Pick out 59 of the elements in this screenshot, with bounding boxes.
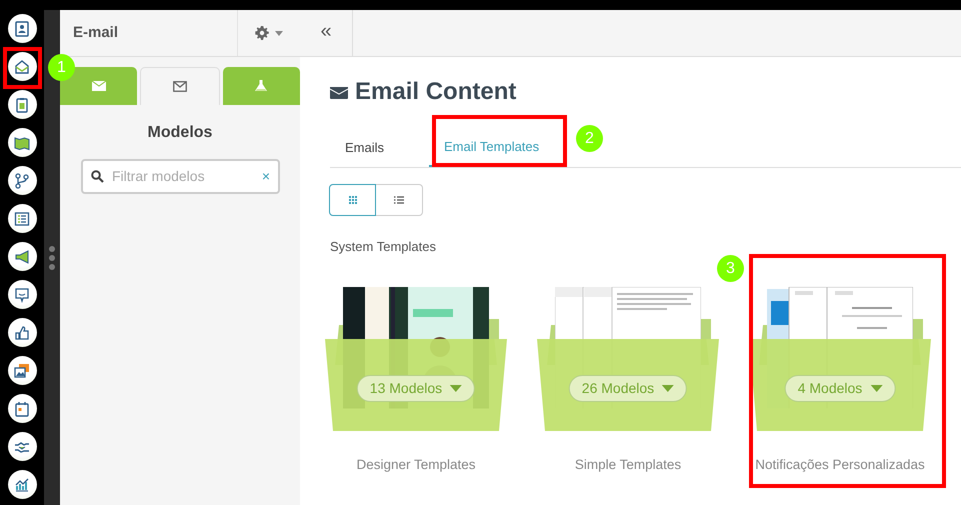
app-icon-button[interactable] [8, 318, 36, 347]
envelope-icon [330, 85, 348, 99]
app-icon-button[interactable] [8, 470, 36, 499]
app-icon-button[interactable] [8, 14, 36, 43]
panel-heading: Modelos [146, 123, 214, 143]
clear-button[interactable]: × [262, 166, 270, 187]
branch-icon [14, 172, 30, 188]
app-icon-button[interactable] [8, 242, 36, 271]
handle-dot[interactable] [49, 254, 55, 260]
search-icon [91, 170, 104, 183]
list-icon [394, 196, 404, 204]
envelope-icon [14, 58, 30, 74]
tab[interactable]: Email Templates [429, 128, 554, 167]
folder-name: Simple Templates [574, 456, 682, 474]
caret-icon [450, 384, 462, 392]
grid-icon [348, 196, 356, 204]
caret-icon [870, 384, 882, 392]
flask-icon [254, 80, 268, 92]
app-icon-button[interactable] [8, 90, 36, 119]
panel-tab[interactable] [140, 67, 220, 105]
app-icon-button[interactable] [8, 280, 36, 309]
section-label: System Templates [330, 238, 437, 256]
folder-name: Designer Templates [356, 456, 476, 474]
count-dropdown[interactable]: 13 Modelos [356, 374, 476, 402]
page-title: Email Content [355, 77, 516, 107]
speech-bubble-icon [14, 286, 30, 302]
thumbs-up-icon [14, 324, 30, 340]
tab[interactable]: Emails [330, 128, 400, 167]
view-toggle[interactable] [376, 184, 423, 216]
handle-dot[interactable] [49, 264, 55, 270]
count-dropdown[interactable]: 26 Modelos [568, 374, 688, 402]
folder-name: Notificações Personalizadas [755, 456, 925, 474]
map-icon [14, 134, 30, 150]
app-icon-button[interactable] [8, 432, 36, 461]
app-icon-button[interactable] [8, 128, 36, 157]
collapse-button[interactable]: « [300, 10, 353, 56]
app-icon-button[interactable] [8, 166, 36, 195]
list-icon [14, 210, 30, 226]
image-icon [14, 362, 30, 378]
caret-icon [662, 384, 674, 392]
count-dropdown[interactable]: 4 Modelos [784, 374, 896, 402]
caret-icon [275, 30, 283, 36]
envelope-icon [92, 80, 106, 92]
calendar-icon [14, 400, 30, 416]
handle-dot[interactable] [49, 246, 55, 252]
highlight-frame [3, 47, 42, 89]
envelope-icon [172, 80, 187, 92]
app-icon-button[interactable] [8, 204, 36, 233]
megaphone-icon [14, 248, 30, 264]
chart-icon [14, 476, 30, 492]
clipboard-icon [14, 96, 30, 112]
search-field[interactable]: Filtrar modelos × [81, 159, 280, 194]
app-icon-button[interactable] [8, 394, 36, 423]
view-toggle[interactable] [329, 184, 376, 216]
contact-card-icon [14, 20, 30, 36]
app-icon-button[interactable] [8, 52, 36, 81]
panel-title: E-mail [72, 22, 120, 43]
settings-icon [255, 26, 269, 40]
app-icon-button[interactable] [8, 356, 36, 385]
